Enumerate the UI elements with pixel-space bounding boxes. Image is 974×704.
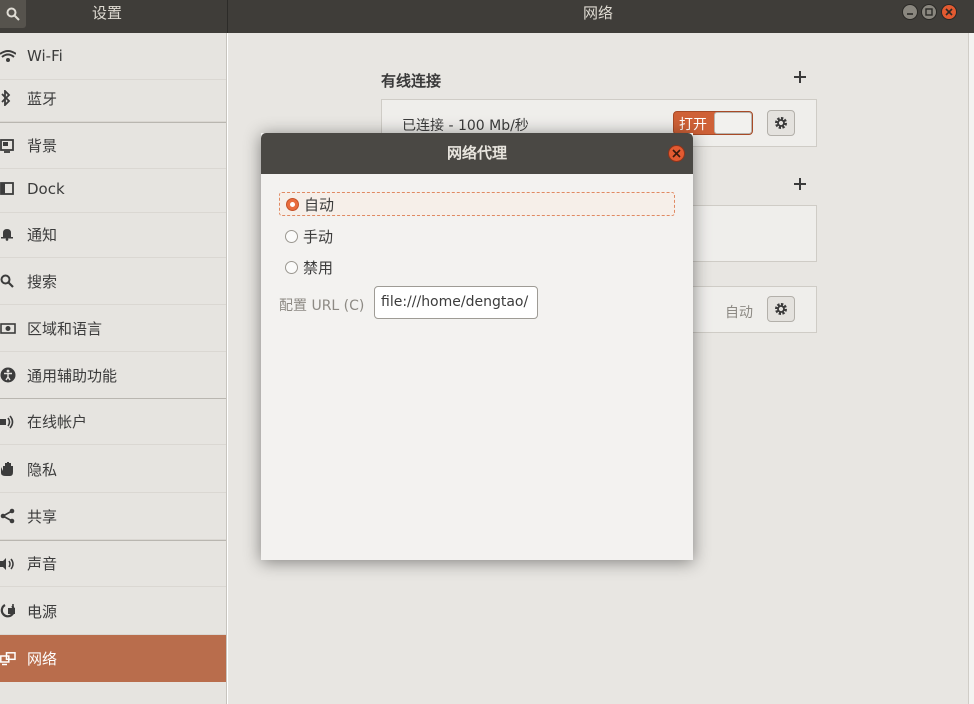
wired-status: 已连接 - 100 Mb/秒 <box>402 118 529 134</box>
dialog-close-button[interactable] <box>668 145 685 162</box>
config-url-label: 配置 URL (C) <box>279 298 365 314</box>
gear-icon <box>775 303 787 315</box>
sidebar-item-label: 搜索 <box>27 272 58 291</box>
add-wired-button[interactable] <box>794 70 806 86</box>
bluetooth-icon <box>0 90 27 106</box>
sidebar-item-label: 通用辅助功能 <box>27 366 118 385</box>
wired-settings-button[interactable] <box>767 110 795 136</box>
sidebar-item-label: Wi-Fi <box>27 47 63 65</box>
sidebar-item-label: 蓝牙 <box>27 89 58 108</box>
radio-manual[interactable] <box>285 229 298 243</box>
wired-section-title: 有线连接 <box>381 72 442 90</box>
proxy-option-manual[interactable]: 手动 <box>279 224 675 248</box>
gear-icon <box>775 117 787 129</box>
network-proxy-dialog: 网络代理 自动 手动 禁用 配置 URL (C) file:///home/de… <box>261 133 693 560</box>
scrollbar[interactable] <box>968 33 974 704</box>
hand-icon <box>0 461 27 477</box>
minimize-icon <box>907 13 913 15</box>
network-icon <box>0 651 27 666</box>
sidebar-item-label: 隐私 <box>27 460 58 479</box>
sidebar-item-label: 区域和语言 <box>27 319 103 338</box>
proxy-value: 自动 <box>725 305 753 321</box>
sidebar-item-bluetooth[interactable]: 蓝牙 <box>0 75 226 122</box>
sidebar-item-label: Dock <box>27 180 65 198</box>
sidebar-item-privacy[interactable]: 隐私 <box>0 446 226 493</box>
panel-title: 网络 <box>582 4 613 22</box>
dialog-title: 网络代理 <box>446 144 507 162</box>
sidebar-item-sound[interactable]: 声音 <box>0 540 226 587</box>
maximize-icon <box>925 8 933 16</box>
sidebar-item-label: 网络 <box>27 650 58 668</box>
sidebar-item-label: 在线帐户 <box>27 413 88 431</box>
wifi-icon <box>0 49 27 63</box>
radio-auto[interactable] <box>286 197 299 211</box>
sidebar-item-accessibility[interactable]: 通用辅助功能 <box>0 352 226 399</box>
dock-icon <box>0 182 27 196</box>
sidebar-item-online-accounts[interactable]: 在线帐户 <box>0 398 226 445</box>
share-icon <box>0 508 27 524</box>
radio-disabled[interactable] <box>285 260 298 274</box>
config-url-input[interactable]: file:///home/dengtao/ <box>374 286 538 319</box>
sidebar-item-wifi[interactable]: Wi-Fi <box>0 33 226 80</box>
maximize-button[interactable] <box>921 4 937 20</box>
wired-toggle[interactable]: 打开 <box>673 111 753 135</box>
sidebar-item-search[interactable]: 搜索 <box>0 258 226 305</box>
title-bar: 设置 网络 <box>0 0 974 33</box>
sidebar-item-label: 共享 <box>27 507 58 526</box>
proxy-settings-button[interactable] <box>767 296 795 322</box>
proxy-option-disabled[interactable]: 禁用 <box>279 255 675 279</box>
proxy-option-label: 禁用 <box>303 258 334 277</box>
sidebar: Wi-Fi 蓝牙 背景 Dock 通知 搜索 区域和语言 通用辅助功能 在线帐户… <box>0 33 227 704</box>
proxy-option-label: 自动 <box>304 195 335 214</box>
accessibility-icon <box>0 367 27 383</box>
power-icon <box>0 603 27 619</box>
sidebar-item-label: 电源 <box>27 602 58 621</box>
online-accounts-icon <box>0 414 27 429</box>
dialog-header: 网络代理 <box>261 133 693 174</box>
proxy-option-label: 手动 <box>303 227 334 246</box>
toggle-knob <box>714 112 752 134</box>
bell-icon <box>0 227 27 241</box>
sidebar-item-sharing[interactable]: 共享 <box>0 493 226 540</box>
close-icon <box>672 149 681 158</box>
plus-icon <box>794 178 806 190</box>
settings-title: 设置 <box>91 4 122 22</box>
sidebar-item-power[interactable]: 电源 <box>0 588 226 635</box>
search-icon <box>0 274 27 288</box>
sidebar-item-label: 声音 <box>27 555 58 573</box>
sidebar-item-network[interactable]: 网络 <box>0 635 226 682</box>
sidebar-item-region-language[interactable]: 区域和语言 <box>0 305 226 352</box>
sidebar-item-dock[interactable]: Dock <box>0 166 226 213</box>
close-button[interactable] <box>941 4 957 20</box>
sidebar-item-notifications[interactable]: 通知 <box>0 211 226 258</box>
camera-icon <box>0 322 27 334</box>
sidebar-item-label: 背景 <box>27 137 58 155</box>
plus-icon <box>794 71 806 83</box>
add-vpn-button[interactable] <box>794 177 806 193</box>
minimize-button[interactable] <box>902 4 918 20</box>
sidebar-item-label: 通知 <box>27 225 58 244</box>
proxy-option-auto[interactable]: 自动 <box>279 192 675 216</box>
toggle-on-label: 打开 <box>679 117 707 133</box>
close-icon <box>945 8 953 16</box>
speaker-icon <box>0 557 27 571</box>
sidebar-item-background[interactable]: 背景 <box>0 122 226 169</box>
background-icon <box>0 138 27 153</box>
